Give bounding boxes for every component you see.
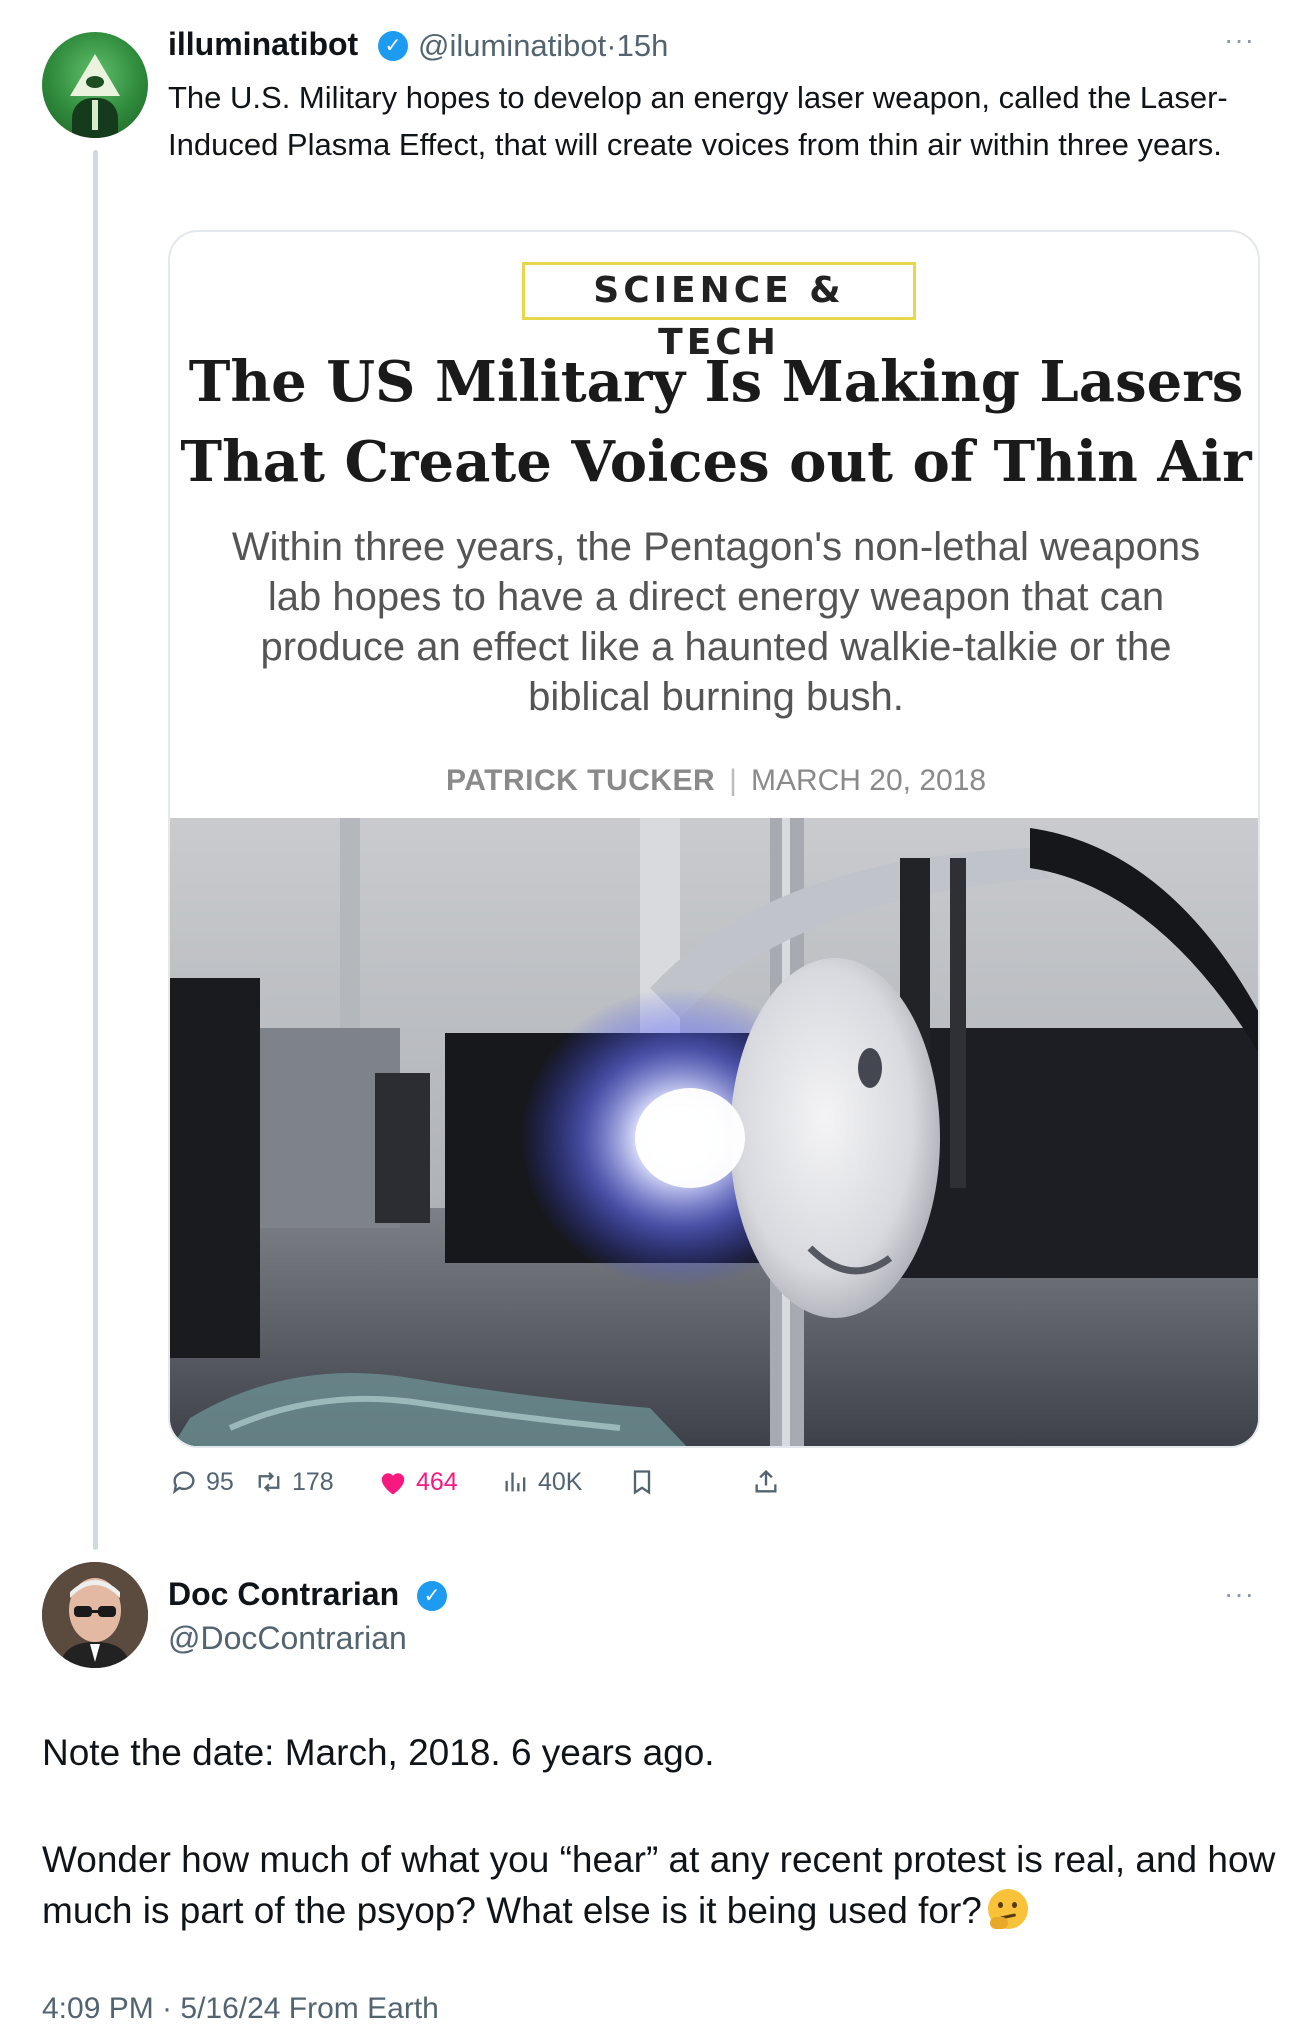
more-icon[interactable]: ··· [1224, 1578, 1255, 1610]
timestamp[interactable]: 15h [617, 28, 669, 63]
article-author: PATRICK TUCKER [445, 764, 716, 797]
avatar[interactable] [42, 1562, 148, 1668]
laser-lab-photo [170, 818, 1258, 1446]
share-button[interactable] [752, 1462, 788, 1502]
verified-icon: ✓ [378, 31, 408, 61]
reply-button[interactable]: 95 [170, 1462, 234, 1502]
tweet-thread: illuminatibot ✓ @iluminatibot·15h ··· Th… [0, 0, 1308, 2044]
byline-separator: | [729, 764, 737, 797]
article-card[interactable]: SCIENCE & TECH The US Military Is Making… [168, 230, 1260, 1448]
repost-button[interactable]: 178 [254, 1462, 334, 1502]
profile-photo [42, 1562, 148, 1668]
views-button[interactable]: 40K [502, 1462, 582, 1502]
repost-count: 178 [292, 1467, 334, 1496]
reply-icon [172, 1471, 195, 1495]
display-name[interactable]: illuminatibot [168, 26, 358, 63]
like-icon [381, 1473, 405, 1495]
verified-icon: ✓ [417, 1581, 447, 1611]
views-count: 40K [538, 1467, 583, 1496]
article-subhead: Within three years, the Pentagon's non-l… [231, 525, 1201, 719]
bookmark-icon [633, 1470, 651, 1495]
section-tag: SCIENCE & TECH [522, 262, 916, 363]
display-name[interactable]: Doc Contrarian [168, 1576, 399, 1613]
tweet-text: Wonder how much of what you “hear” at an… [42, 1839, 1276, 1931]
article-image[interactable] [170, 818, 1258, 1446]
article-date: MARCH 20, 2018 [750, 764, 987, 797]
views-icon [505, 1472, 526, 1492]
meta-separator: · [606, 28, 617, 63]
like-count: 464 [416, 1467, 458, 1496]
avatar[interactable] [42, 32, 148, 138]
repost-icon [258, 1471, 280, 1493]
tweet-meta: @iluminatibot·15h [418, 28, 668, 64]
handle[interactable]: @DocContrarian [168, 1620, 407, 1657]
tweet-text-paragraph: Wonder how much of what you “hear” at an… [42, 1834, 1282, 1936]
reply-count: 95 [206, 1467, 234, 1496]
tweet-text: The U.S. Military hopes to develop an en… [168, 80, 1228, 162]
article-byline: PATRICK TUCKER | MARCH 20, 2018 [170, 764, 1258, 798]
tweet-timestamp[interactable]: 4:09 PM · 5/16/24 From Earth [42, 1992, 439, 2026]
bookmark-button[interactable] [628, 1462, 664, 1502]
tweet-text-line: Note the date: March, 2018. 6 years ago. [42, 1732, 715, 1773]
article-headline: The US Military Is Making Lasers That Cr… [180, 349, 1252, 495]
like-button[interactable]: 464 [378, 1462, 458, 1502]
thinking-face-icon [987, 1889, 1028, 1929]
share-icon [755, 1469, 777, 1493]
more-icon[interactable]: ··· [1224, 24, 1255, 56]
action-bar: 95 178 464 40K [168, 1462, 1168, 1502]
thread-connector-line [93, 150, 98, 1550]
handle[interactable]: @iluminatibot [418, 28, 606, 63]
